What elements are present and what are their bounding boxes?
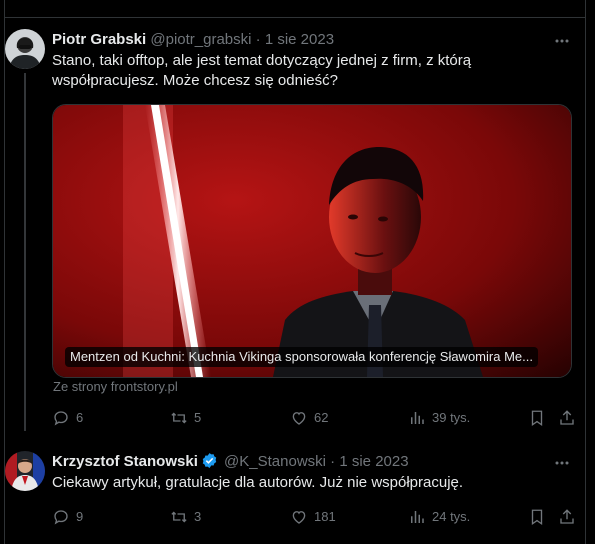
thread-line [24, 73, 26, 431]
tweet-date[interactable]: 1 sie 2023 [339, 453, 408, 470]
tweet-header: Krzysztof Stanowski @K_Stanowski · 1 sie… [52, 452, 575, 472]
verified-badge-icon [202, 453, 217, 468]
like-button[interactable]: 62 [290, 408, 328, 428]
reply-count: 6 [76, 410, 84, 425]
like-count: 62 [314, 410, 329, 425]
views-button[interactable]: 39 tys. [408, 408, 470, 428]
tweet-actions: 6 5 62 39 tys. [52, 408, 575, 428]
author-name[interactable]: Krzysztof Stanowski [52, 453, 198, 470]
separator: · [330, 453, 336, 470]
tweet-piotr-grabski[interactable]: Piotr Grabski @piotr_grabski · 1 sie 202… [5, 18, 585, 431]
bookmark-button[interactable] [528, 507, 546, 527]
tweet-actions: 9 3 181 24 tys. [52, 507, 575, 527]
tweet-text: Stano, taki offtop, ale jest temat dotyc… [52, 52, 472, 89]
more-icon[interactable] [553, 32, 571, 50]
card-image [53, 105, 571, 377]
tweet-date[interactable]: 1 sie 2023 [265, 31, 334, 48]
like-icon [292, 511, 306, 524]
link-card[interactable]: Mentzen od Kuchni: Kuchnia Vikinga spons… [52, 104, 572, 378]
reply-button[interactable]: 9 [52, 507, 83, 527]
avatar[interactable] [5, 29, 45, 69]
avatar[interactable] [5, 451, 45, 491]
repost-icon [171, 412, 187, 424]
author-name[interactable]: Piotr Grabski [52, 31, 146, 48]
tweet-krzysztof-stanowski[interactable]: Krzysztof Stanowski @K_Stanowski · 1 sie… [5, 431, 585, 544]
bookmark-icon [531, 509, 543, 526]
bookmark-button[interactable] [528, 408, 546, 428]
separator: · [255, 31, 261, 48]
views-count: 39 tys. [432, 410, 471, 425]
repost-count: 3 [194, 509, 202, 524]
views-icon [411, 412, 424, 424]
like-button[interactable]: 181 [290, 507, 336, 527]
author-handle[interactable]: @K_Stanowski [224, 453, 326, 470]
share-button[interactable] [558, 408, 576, 428]
views-icon [411, 511, 424, 523]
reply-icon [54, 510, 68, 525]
repost-icon [171, 511, 187, 523]
more-icon[interactable] [553, 454, 571, 472]
repost-button[interactable]: 3 [170, 507, 201, 527]
reply-count: 9 [76, 509, 84, 524]
reply-icon [54, 411, 68, 426]
share-button[interactable] [558, 507, 576, 527]
share-icon [560, 410, 574, 425]
author-handle[interactable]: @piotr_grabski [150, 31, 251, 48]
repost-count: 5 [194, 410, 202, 425]
timeline-border-right [585, 0, 586, 544]
share-icon [560, 509, 574, 524]
like-count: 181 [314, 509, 336, 524]
bookmark-icon [531, 410, 543, 427]
tweet-text: Ciekawy artykuł, gratulacje dla autorów.… [52, 474, 464, 491]
like-icon [292, 412, 306, 425]
views-count: 24 tys. [432, 509, 471, 524]
reply-button[interactable]: 6 [52, 408, 83, 428]
card-title[interactable]: Mentzen od Kuchni: Kuchnia Vikinga spons… [65, 347, 538, 367]
card-source[interactable]: Ze strony frontstory.pl [53, 379, 178, 395]
views-button[interactable]: 24 tys. [408, 507, 470, 527]
tweet-header: Piotr Grabski @piotr_grabski · 1 sie 202… [52, 30, 575, 50]
repost-button[interactable]: 5 [170, 408, 201, 428]
